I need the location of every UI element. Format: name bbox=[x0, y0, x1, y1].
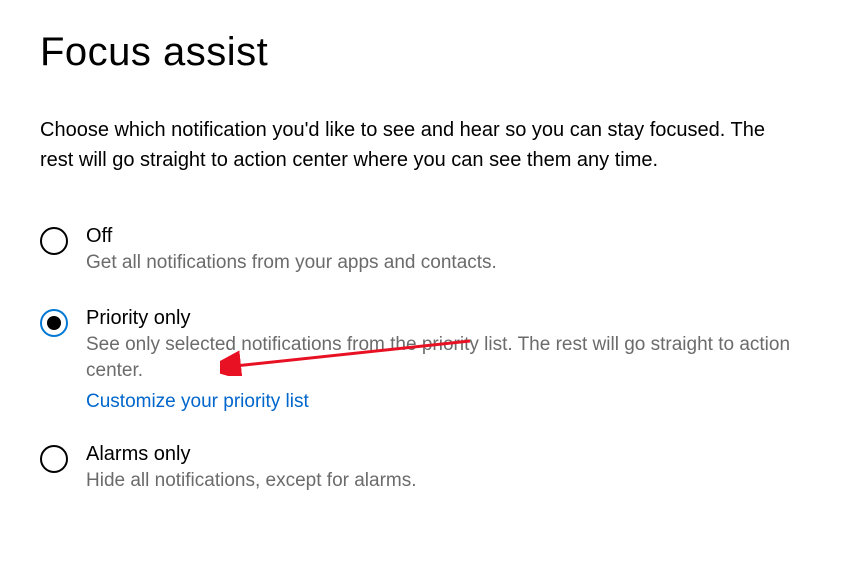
radio-button-priority-only[interactable] bbox=[40, 309, 68, 337]
radio-desc-priority-only: See only selected notifications from the… bbox=[86, 332, 807, 385]
radio-desc-off: Get all notifications from your apps and… bbox=[86, 250, 497, 277]
focus-assist-radio-group: Off Get all notifications from your apps… bbox=[40, 225, 807, 494]
page-description: Choose which notification you'd like to … bbox=[40, 115, 800, 175]
radio-label-off[interactable]: Off bbox=[86, 225, 497, 248]
radio-content: Alarms only Hide all notifications, exce… bbox=[86, 443, 417, 495]
radio-option-priority-only[interactable]: Priority only See only selected notifica… bbox=[40, 307, 807, 413]
radio-button-off[interactable] bbox=[40, 227, 68, 255]
page-title: Focus assist bbox=[40, 30, 807, 75]
radio-content: Off Get all notifications from your apps… bbox=[86, 225, 497, 277]
radio-button-alarms-only[interactable] bbox=[40, 445, 68, 473]
radio-option-off[interactable]: Off Get all notifications from your apps… bbox=[40, 225, 807, 277]
radio-label-priority-only[interactable]: Priority only bbox=[86, 307, 807, 330]
radio-content: Priority only See only selected notifica… bbox=[86, 307, 807, 413]
radio-desc-alarms-only: Hide all notifications, except for alarm… bbox=[86, 468, 417, 495]
radio-option-alarms-only[interactable]: Alarms only Hide all notifications, exce… bbox=[40, 443, 807, 495]
radio-label-alarms-only[interactable]: Alarms only bbox=[86, 443, 417, 466]
customize-priority-list-link[interactable]: Customize your priority list bbox=[86, 391, 807, 413]
